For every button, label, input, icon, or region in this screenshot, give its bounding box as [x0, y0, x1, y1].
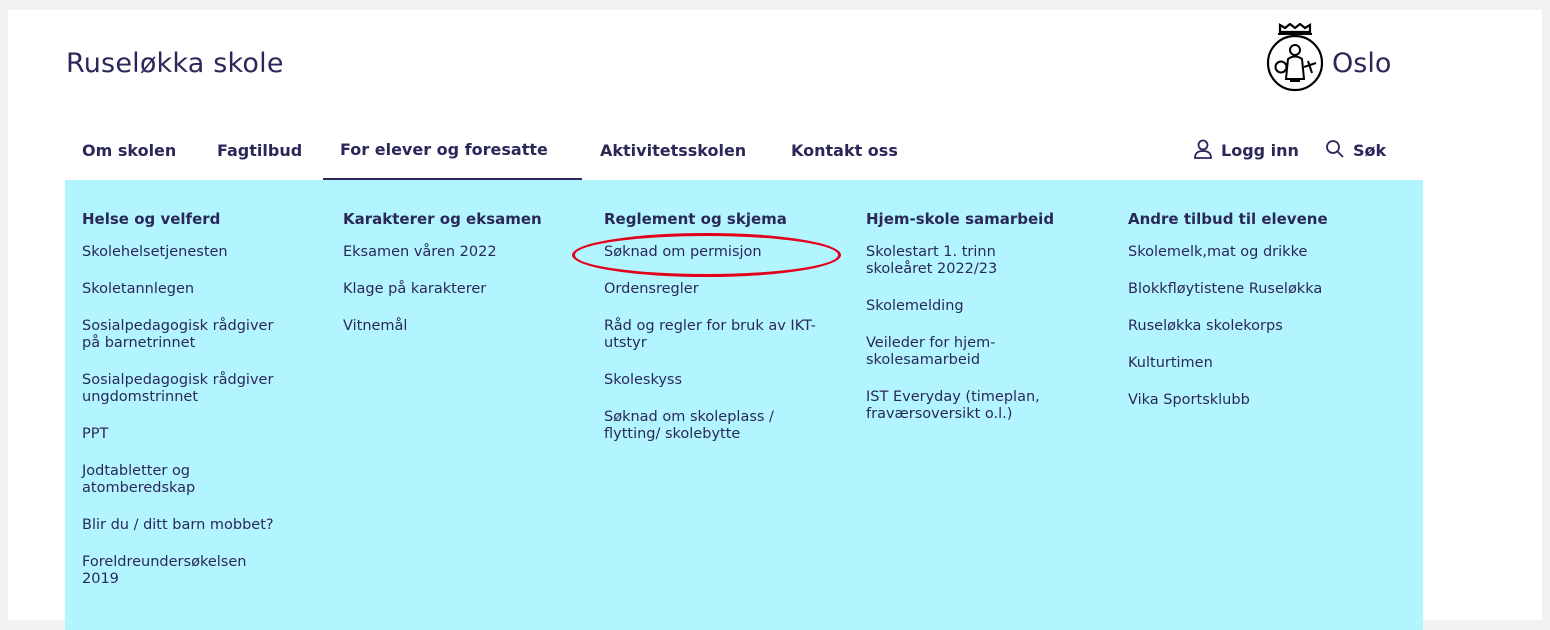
nav-kontakt-oss[interactable]: Kontakt oss [791, 121, 898, 180]
page: Ruseløkka skole Oslo Om skolen Fagtilbud… [8, 10, 1542, 630]
menu-link[interactable]: Sosialpedagogisk rådgiver på barnetrinne… [82, 318, 282, 352]
menu-link[interactable]: Ordensregler [604, 281, 839, 298]
mega-menu: Helse og velferd Skolehelsetjenesten Sko… [65, 180, 1423, 630]
menu-column-andre-tilbud: Andre tilbud til elevene Skolemelk,mat o… [1128, 210, 1388, 429]
oslo-seal-icon [1264, 23, 1326, 93]
search-label: Søk [1353, 141, 1387, 160]
menu-link[interactable]: Vika Sportsklubb [1128, 392, 1388, 409]
user-icon [1193, 139, 1221, 163]
column-heading: Helse og velferd [82, 210, 221, 228]
menu-link[interactable]: Jodtabletter og atomberedskap [82, 463, 222, 497]
nav-for-elever-og-foresatte[interactable]: For elever og foresatte [323, 121, 582, 180]
menu-link[interactable]: Skoleskyss [604, 372, 839, 389]
column-heading: Reglement og skjema [604, 210, 787, 228]
menu-link-soknad-om-permisjon[interactable]: Søknad om permisjon [604, 244, 839, 261]
column-heading: Hjem-skole samarbeid [866, 210, 1055, 228]
column-heading: Karakterer og eksamen [343, 210, 542, 228]
login-label: Logg inn [1221, 141, 1299, 160]
menu-link[interactable]: PPT [82, 426, 317, 443]
nav-om-skolen[interactable]: Om skolen [82, 121, 176, 180]
menu-column-helse-og-velferd: Helse og velferd Skolehelsetjenesten Sko… [82, 210, 317, 608]
menu-link[interactable]: Sosialpedagogisk rådgiver ungdomstrinnet [82, 372, 282, 406]
login-button[interactable]: Logg inn [1193, 121, 1299, 180]
site-title[interactable]: Ruseløkka skole [66, 48, 284, 79]
menu-link[interactable]: Blokkfløytistene Ruseløkka [1128, 281, 1388, 298]
menu-link[interactable]: Søknad om skoleplass / flytting/ skoleby… [604, 409, 804, 443]
menu-link[interactable]: Veileder for hjem-skolesamarbeid [866, 335, 1026, 369]
menu-link[interactable]: Foreldreundersøkelsen 2019 [82, 554, 272, 588]
nav-aktivitetsskolen[interactable]: Aktivitetsskolen [600, 121, 746, 180]
menu-link[interactable]: Vitnemål [343, 318, 578, 335]
menu-link[interactable]: Skolehelsetjenesten [82, 244, 272, 261]
column-heading: Andre tilbud til elevene [1128, 210, 1328, 228]
main-nav: Om skolen Fagtilbud For elever og foresa… [65, 121, 1423, 180]
oslo-logo[interactable]: Oslo [1264, 23, 1391, 93]
menu-link[interactable]: Skolemelding [866, 298, 1101, 315]
nav-fagtilbud[interactable]: Fagtilbud [217, 121, 302, 180]
menu-link[interactable]: Ruseløkka skolekorps [1128, 318, 1388, 335]
menu-link[interactable]: Kulturtimen [1128, 355, 1388, 372]
menu-link[interactable]: Råd og regler for bruk av IKT-utstyr [604, 318, 819, 352]
menu-column-reglement-og-skjema: Reglement og skjema Søknad om permisjon … [604, 210, 839, 463]
menu-link[interactable]: Blir du / ditt barn mobbet? [82, 517, 317, 534]
menu-link[interactable]: Skoletannlegen [82, 281, 317, 298]
menu-link[interactable]: IST Everyday (timeplan, fraværsoversikt … [866, 389, 1056, 423]
menu-link[interactable]: Eksamen våren 2022 [343, 244, 578, 261]
oslo-logo-text: Oslo [1332, 47, 1392, 79]
menu-link[interactable]: Skolestart 1. trinn skoleåret 2022/23 [866, 244, 1036, 278]
menu-column-karakterer-og-eksamen: Karakterer og eksamen Eksamen våren 2022… [343, 210, 578, 355]
menu-column-hjem-skole-samarbeid: Hjem-skole samarbeid Skolestart 1. trinn… [866, 210, 1101, 443]
search-icon [1325, 139, 1353, 163]
menu-link[interactable]: Klage på karakterer [343, 281, 578, 298]
search-button[interactable]: Søk [1325, 121, 1386, 180]
menu-link[interactable]: Skolemelk,mat og drikke [1128, 244, 1388, 261]
